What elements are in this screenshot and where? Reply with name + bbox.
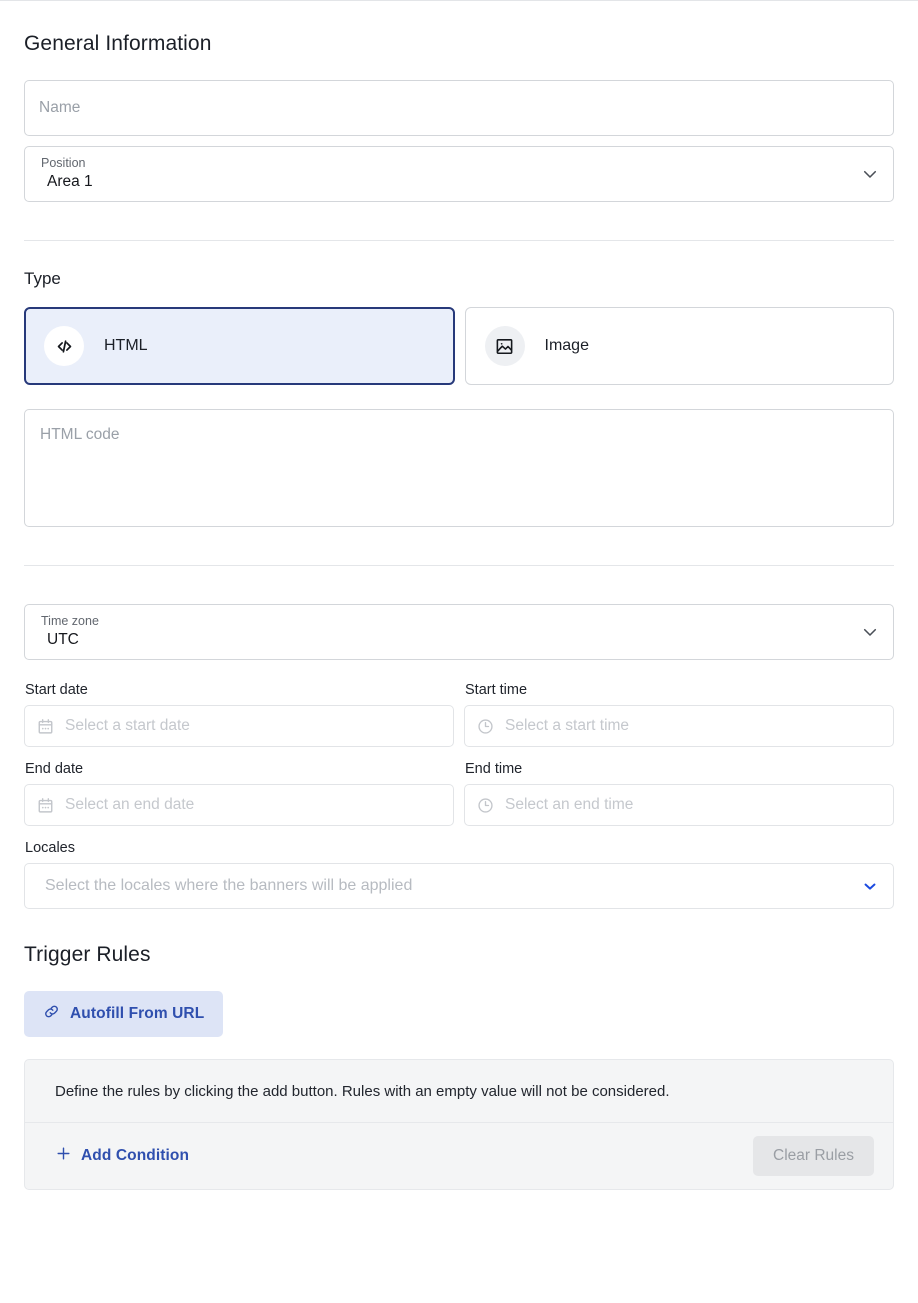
clock-icon bbox=[477, 718, 494, 735]
timezone-select[interactable]: Time zone UTC bbox=[24, 604, 894, 660]
calendar-icon bbox=[37, 718, 54, 735]
start-time-input[interactable]: Select a start time bbox=[464, 705, 894, 747]
calendar-icon bbox=[37, 797, 54, 814]
chevron-down-icon bbox=[861, 877, 879, 895]
name-placeholder: Name bbox=[39, 99, 80, 117]
type-option-html-label: HTML bbox=[104, 337, 148, 355]
link-icon bbox=[43, 1003, 60, 1025]
clear-rules-button[interactable]: Clear Rules bbox=[753, 1136, 874, 1176]
code-icon bbox=[44, 326, 84, 366]
start-time-label: Start time bbox=[465, 682, 894, 698]
add-condition-button[interactable]: Add Condition bbox=[55, 1145, 189, 1167]
name-input[interactable]: Name bbox=[24, 80, 894, 136]
timezone-value: UTC bbox=[41, 630, 861, 650]
locales-select[interactable]: Select the locales where the banners wil… bbox=[24, 863, 894, 909]
trigger-rules-title: Trigger Rules bbox=[24, 943, 894, 967]
page-title: General Information bbox=[24, 1, 894, 56]
end-time-label: End time bbox=[465, 761, 894, 777]
end-row: End date Select an end date End bbox=[24, 761, 894, 826]
html-code-placeholder: HTML code bbox=[40, 426, 120, 443]
image-icon bbox=[485, 326, 525, 366]
start-time-placeholder: Select a start time bbox=[505, 717, 629, 735]
start-date-input[interactable]: Select a start date bbox=[24, 705, 454, 747]
timezone-select-content: Time zone UTC bbox=[39, 614, 861, 650]
end-time-input[interactable]: Select an end time bbox=[464, 784, 894, 826]
type-option-html[interactable]: HTML bbox=[24, 307, 455, 385]
type-options: HTML Image bbox=[24, 307, 894, 385]
position-select-content: Position Area 1 bbox=[39, 156, 861, 192]
rules-panel: Define the rules by clicking the add but… bbox=[24, 1059, 894, 1190]
type-option-image-label: Image bbox=[545, 337, 589, 355]
timezone-label: Time zone bbox=[41, 614, 861, 629]
end-date-input[interactable]: Select an end date bbox=[24, 784, 454, 826]
start-date-placeholder: Select a start date bbox=[65, 717, 190, 735]
start-row: Start date Select a start date bbox=[24, 682, 894, 747]
chevron-down-icon bbox=[861, 165, 879, 183]
type-heading: Type bbox=[24, 269, 894, 289]
end-date-label: End date bbox=[25, 761, 454, 777]
html-code-textarea[interactable]: HTML code bbox=[24, 409, 894, 527]
start-time-cell: Start time Select a start time bbox=[464, 682, 894, 747]
locales-label: Locales bbox=[25, 840, 894, 856]
start-date-cell: Start date Select a start date bbox=[24, 682, 454, 747]
end-time-placeholder: Select an end time bbox=[505, 796, 633, 814]
autofill-from-url-label: Autofill From URL bbox=[70, 1005, 204, 1023]
rules-actions: Add Condition Clear Rules bbox=[25, 1123, 893, 1189]
end-date-placeholder: Select an end date bbox=[65, 796, 194, 814]
rules-message: Define the rules by clicking the add but… bbox=[25, 1060, 893, 1123]
plus-icon bbox=[55, 1145, 72, 1167]
autofill-from-url-button[interactable]: Autofill From URL bbox=[24, 991, 223, 1037]
position-select[interactable]: Position Area 1 bbox=[24, 146, 894, 202]
end-date-cell: End date Select an end date bbox=[24, 761, 454, 826]
clock-icon bbox=[477, 797, 494, 814]
add-condition-label: Add Condition bbox=[81, 1147, 189, 1165]
position-label: Position bbox=[41, 156, 861, 171]
type-option-image[interactable]: Image bbox=[465, 307, 895, 385]
locales-placeholder: Select the locales where the banners wil… bbox=[45, 877, 861, 895]
chevron-down-icon bbox=[861, 623, 879, 641]
start-date-label: Start date bbox=[25, 682, 454, 698]
end-time-cell: End time Select an end time bbox=[464, 761, 894, 826]
position-value: Area 1 bbox=[41, 172, 861, 192]
banner-form: General Information Name Position Area 1… bbox=[0, 1, 918, 1190]
